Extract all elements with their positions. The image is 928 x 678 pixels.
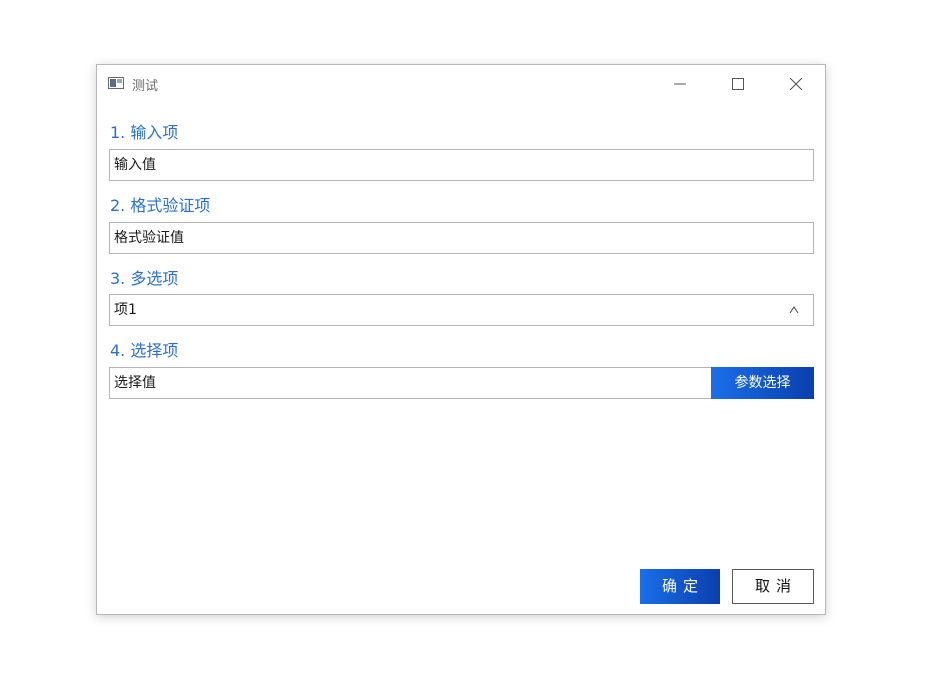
selection-field[interactable]: 选择值 — [109, 367, 713, 399]
maximize-icon — [732, 78, 744, 90]
close-button[interactable] — [773, 65, 819, 103]
cancel-button[interactable]: 取消 — [732, 569, 814, 604]
app-icon-pane-right — [117, 79, 122, 83]
title-bar[interactable]: 测试 — [97, 65, 825, 103]
dialog-window: 测试 1. 输入项 输入值 2. 格式验证项 格式验证值 3. 多选项 项1 4… — [96, 64, 826, 615]
close-icon — [790, 78, 802, 90]
multi-option-combobox[interactable]: 项1 — [109, 294, 814, 326]
ok-button[interactable]: 确定 — [640, 569, 720, 604]
multi-option-selected-value: 项1 — [114, 302, 137, 318]
selection-row: 选择值 参数选择 — [109, 367, 814, 399]
minimize-button[interactable] — [657, 65, 703, 103]
minimize-icon — [674, 83, 686, 85]
chevron-up-icon[interactable] — [789, 303, 799, 317]
maximize-button[interactable] — [715, 65, 761, 103]
format-validation-field[interactable]: 格式验证值 — [109, 222, 814, 254]
selection-field-label: 4. 选择项 — [110, 341, 179, 360]
input-field-label: 1. 输入项 — [110, 123, 179, 142]
app-icon-pane-left — [110, 79, 116, 87]
window-title: 测试 — [132, 79, 159, 94]
format-validation-field-label: 2. 格式验证项 — [110, 196, 211, 215]
parameter-select-button[interactable]: 参数选择 — [711, 367, 814, 399]
app-window-icon — [108, 77, 124, 89]
input-field[interactable]: 输入值 — [109, 149, 814, 181]
multi-option-field-label: 3. 多选项 — [110, 269, 179, 288]
